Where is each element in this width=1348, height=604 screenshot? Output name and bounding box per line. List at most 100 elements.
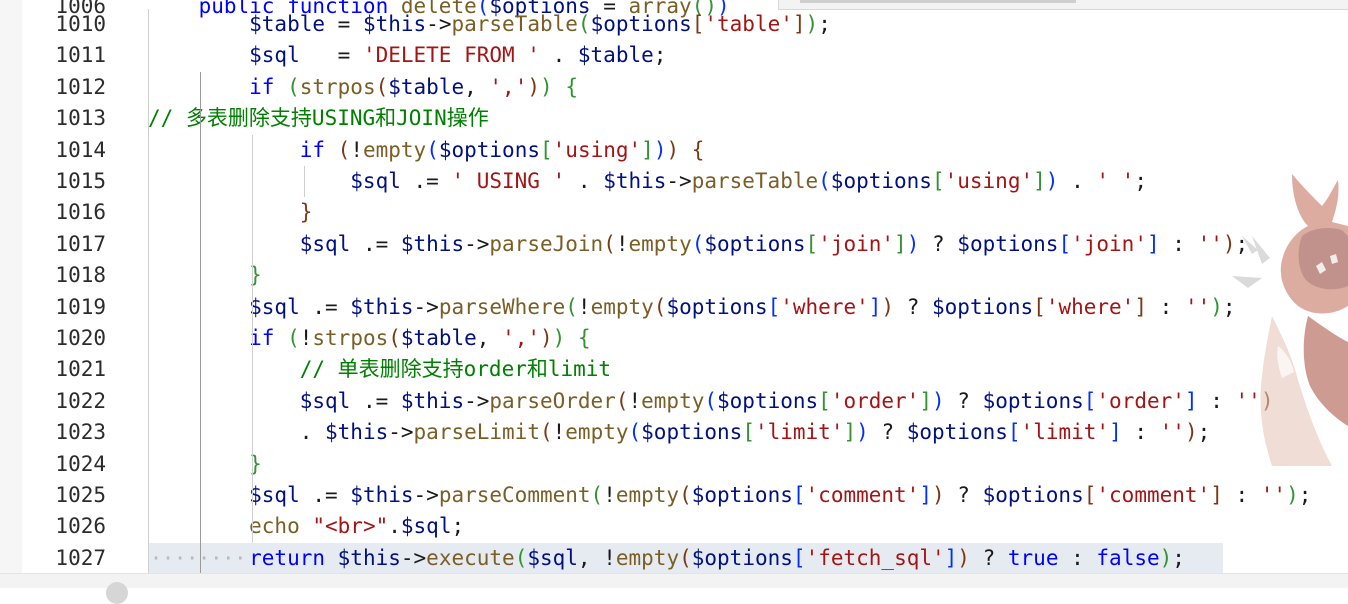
code-line[interactable]: 1012 if (strpos($table, ',')) { xyxy=(22,72,1348,103)
code-line[interactable]: 1026 echo "<br>".$sql; xyxy=(22,511,1348,542)
code-token: . xyxy=(539,43,578,68)
code-line[interactable]: 1017 $sql .= $this->parseJoin(!empty($op… xyxy=(22,229,1348,260)
code-token: [ xyxy=(1033,294,1046,319)
code-text[interactable]: $table = $this->parseTable($options['tab… xyxy=(148,9,831,40)
code-token: strpos xyxy=(312,326,389,350)
code-token: $table xyxy=(577,43,654,68)
panel-scrollbar[interactable] xyxy=(800,0,1076,3)
code-line[interactable]: 1019 $sql .= $this->parseWhere(!empty($o… xyxy=(22,292,1348,323)
code-token: ( xyxy=(565,294,578,319)
code-text[interactable]: $sql .= $this->parseWhere(!empty($option… xyxy=(148,292,1235,323)
code-token: [ xyxy=(1007,420,1021,445)
code-token: [ xyxy=(931,169,945,193)
scroll-knob[interactable] xyxy=(106,582,128,604)
code-token: ! xyxy=(603,545,616,570)
code-line[interactable]: ········ 1027 return $this->execute($sql,… xyxy=(22,542,1348,573)
code-token: ! xyxy=(350,137,363,162)
code-text[interactable]: if (!empty($options['using'])) { xyxy=(148,135,705,166)
code-token: ; xyxy=(1197,420,1211,445)
line-number: 1019 xyxy=(55,294,106,319)
code-token: 'where' xyxy=(1045,294,1135,319)
code-token: $this xyxy=(325,420,389,445)
code-text[interactable]: } xyxy=(148,260,262,291)
code-token: 'using' xyxy=(944,169,1034,193)
code-token: , xyxy=(476,326,503,350)
code-text[interactable]: $sql .= $this->parseComment(!empty($opti… xyxy=(148,480,1311,511)
code-line[interactable]: 1016 } xyxy=(22,197,1348,228)
code-editor[interactable]: 1006 public function delete($options = a… xyxy=(22,0,1348,573)
code-token: 'comment' xyxy=(805,483,920,507)
code-line[interactable]: 1024 } xyxy=(22,449,1348,480)
code-token: ] xyxy=(843,420,857,445)
line-number: 1022 xyxy=(55,388,106,413)
code-token: parseLimit xyxy=(413,420,540,445)
code-text[interactable]: $sql .= $this->parseJoin(!empty($options… xyxy=(148,229,1248,260)
code-line[interactable]: 1014 if (!empty($options['using'])) { xyxy=(22,135,1348,166)
code-text[interactable]: . $this->parseLimit(!empty($options['lim… xyxy=(148,417,1211,448)
code-token: 'order' xyxy=(1096,388,1185,413)
code-token: ] xyxy=(1134,294,1147,319)
code-line[interactable]: 1020 if (!strpos($table, ',')) { xyxy=(22,323,1348,354)
line-number: 1016 xyxy=(55,200,106,225)
code-token: $options xyxy=(982,388,1084,413)
code-token: ) xyxy=(552,326,566,350)
code-token: { xyxy=(577,326,591,350)
code-token: . xyxy=(565,169,604,193)
code-token: ( xyxy=(691,231,705,256)
code-line[interactable]: 1021 // 单表删除支持order和limit xyxy=(22,354,1348,385)
code-token: : xyxy=(1121,420,1160,445)
code-token: $this xyxy=(350,483,414,507)
code-token: $options xyxy=(717,388,819,413)
code-line[interactable]: 1013// 多表删除支持USING和JOIN操作 xyxy=(22,103,1348,134)
code-line[interactable]: 1011 $sql = 'DELETE FROM ' . $table; xyxy=(22,40,1348,71)
code-token: ) xyxy=(805,12,819,36)
code-line[interactable]: 1010 $table = $this->parseTable($options… xyxy=(22,9,1348,40)
code-token: ( xyxy=(590,483,604,507)
code-token: 'join' xyxy=(818,231,895,256)
code-line[interactable]: 1018 } xyxy=(22,260,1348,291)
code-token: ] xyxy=(1146,231,1160,256)
code-text[interactable]: $sql .= ' USING ' . $this->parseTable($o… xyxy=(148,166,1147,197)
code-text[interactable]: } xyxy=(148,197,313,228)
code-token: execute xyxy=(426,545,515,570)
code-token: $options xyxy=(641,420,743,445)
code-line[interactable]: 1023 . $this->parseLimit(!empty($options… xyxy=(22,417,1348,448)
code-text[interactable]: if (!strpos($table, ',')) { xyxy=(148,323,591,354)
code-line[interactable]: 1015 $sql .= ' USING ' . $this->parseTab… xyxy=(22,166,1348,197)
line-number: 1018 xyxy=(55,263,106,288)
code-text[interactable]: $sql = 'DELETE FROM ' . $table; xyxy=(148,40,666,71)
code-token: $sql xyxy=(148,169,401,193)
code-token: ! xyxy=(577,294,591,319)
code-token: = xyxy=(325,12,363,36)
code-line[interactable]: 1022 $sql .= $this->parseOrder(!empty($o… xyxy=(22,386,1348,417)
code-token: empty xyxy=(565,420,629,445)
code-token: ] xyxy=(944,545,958,570)
code-token: ; xyxy=(1172,545,1185,570)
code-token: -> xyxy=(426,12,452,36)
code-token: 'limit' xyxy=(1020,420,1110,445)
code-line[interactable]: 1025 $sql .= $this->parseComment(!empty(… xyxy=(22,480,1348,511)
code-token: -> xyxy=(666,169,692,193)
code-token: ( xyxy=(287,74,300,99)
code-text[interactable]: } xyxy=(148,449,262,480)
code-text[interactable]: if (strpos($table, ',')) { xyxy=(148,72,578,103)
code-token: ( xyxy=(577,12,591,36)
code-text[interactable]: // 单表删除支持order和limit xyxy=(148,354,611,385)
code-text[interactable]: $sql .= $this->parseOrder(!empty($option… xyxy=(148,386,1274,417)
code-token: parseOrder xyxy=(489,388,616,413)
horizontal-scrollbar[interactable] xyxy=(0,573,1348,588)
code-token: ) xyxy=(881,294,895,319)
code-token: $this xyxy=(400,388,465,413)
code-token: : xyxy=(1222,483,1261,507)
code-text[interactable]: return $this->execute($sql, !empty($opti… xyxy=(148,543,1185,573)
code-token: .= xyxy=(299,483,351,507)
line-number: 1010 xyxy=(55,12,106,36)
code-text[interactable]: echo "<br>".$sql; xyxy=(148,511,464,542)
code-token: ] xyxy=(868,294,882,319)
code-token: ] xyxy=(919,483,932,507)
code-token: ( xyxy=(628,420,642,445)
code-token: ) xyxy=(856,420,869,445)
line-number: 1026 xyxy=(55,514,106,539)
code-token: [ xyxy=(691,12,705,36)
line-number: 1021 xyxy=(55,357,106,382)
